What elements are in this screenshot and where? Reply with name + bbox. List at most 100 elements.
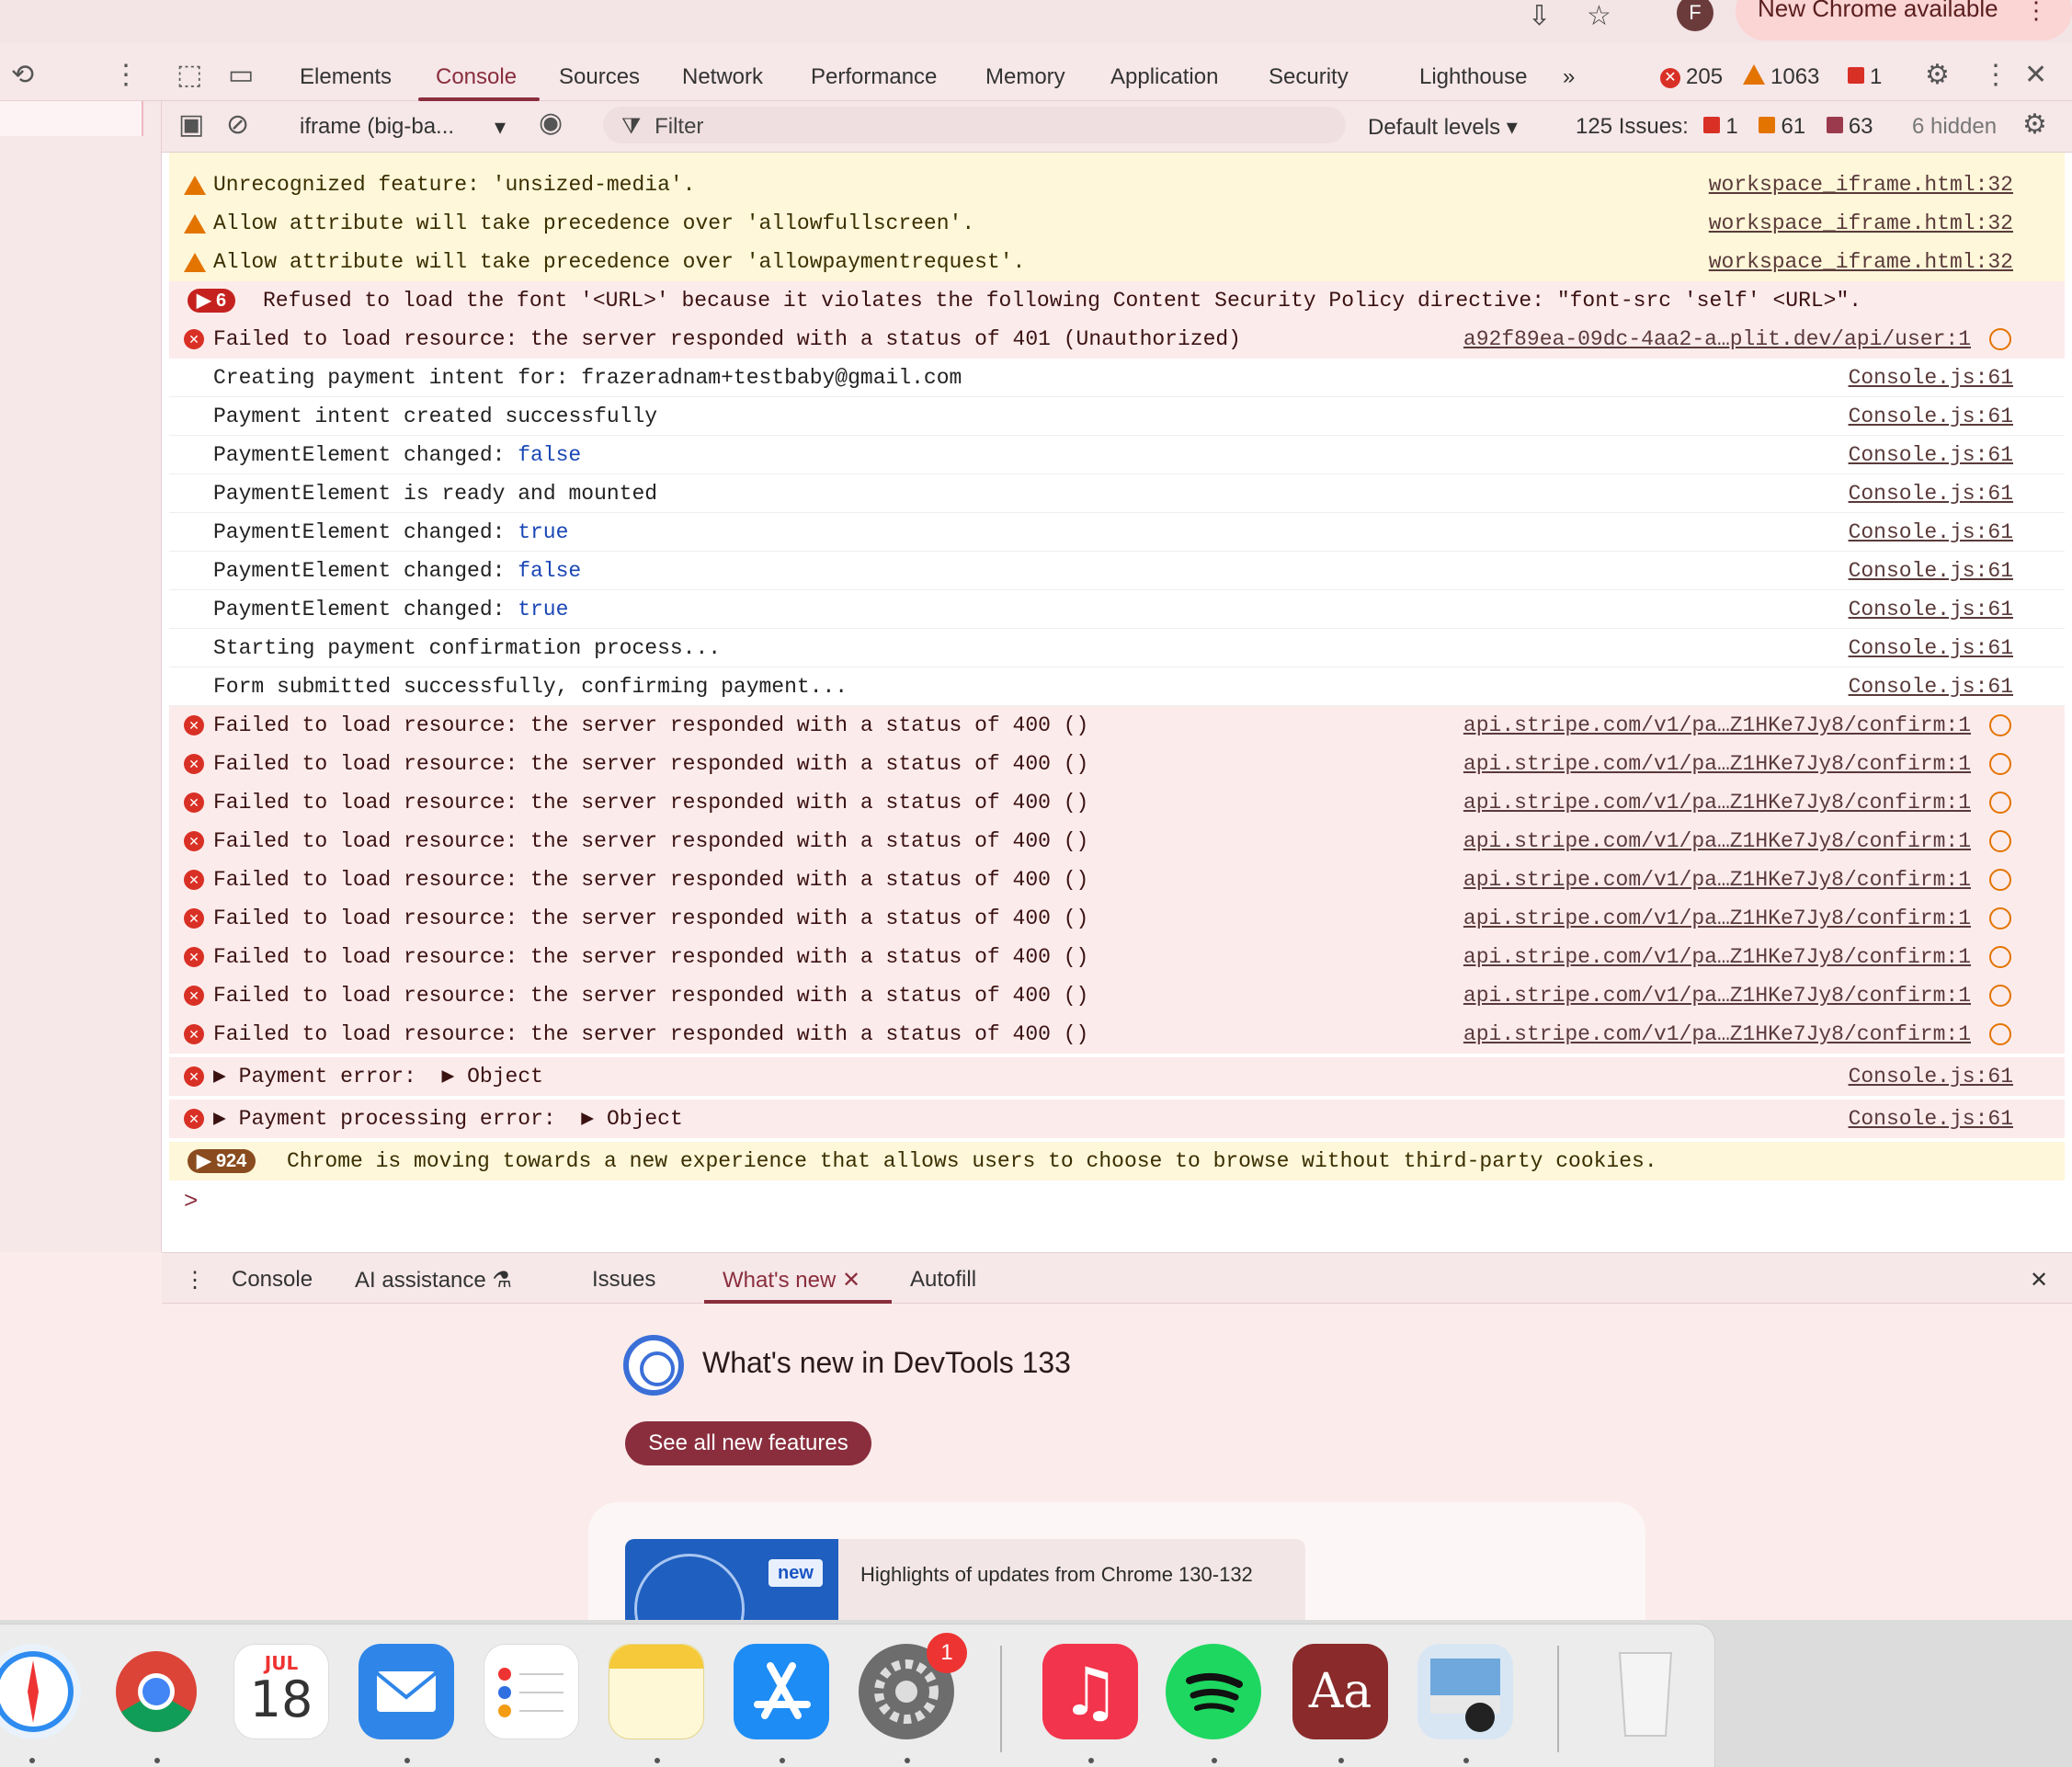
dock-side-icon[interactable]: ⟲ xyxy=(11,59,34,91)
network-request-icon[interactable] xyxy=(1989,830,2011,852)
source-link[interactable]: Console.js:61 xyxy=(1849,629,2013,667)
reminders-icon[interactable] xyxy=(484,1644,579,1739)
chrome-menu-icon[interactable]: ⋮ xyxy=(2024,0,2048,25)
source-link[interactable]: Console.js:61 xyxy=(1849,474,2013,513)
drawer-tab-issues[interactable]: Issues xyxy=(592,1267,655,1293)
console-row-error[interactable]: ✕ ▶ Payment error: ▶ Object Console.js:61 xyxy=(169,1057,2065,1096)
preview-icon[interactable] xyxy=(1417,1644,1513,1739)
live-expression-eye-icon[interactable]: ◉ xyxy=(539,107,563,139)
source-link[interactable]: api.stripe.com/v1/pa…Z1HKe7Jy8/confirm:1 xyxy=(1463,976,1971,1015)
console-row-error[interactable]: ✕ ▶ Payment processing error: ▶ Object Con… xyxy=(169,1100,2065,1138)
source-link[interactable]: api.stripe.com/v1/pa…Z1HKe7Jy8/confirm:1 xyxy=(1463,706,1971,745)
source-link[interactable]: workspace_iframe.html:32 xyxy=(1709,243,2013,281)
device-toolbar-icon[interactable]: ▭ xyxy=(228,59,254,91)
music-icon[interactable]: ♫ xyxy=(1042,1644,1138,1739)
repeat-count-badge[interactable]: ▶ 924 xyxy=(188,1149,256,1173)
source-link[interactable]: api.stripe.com/v1/pa…Z1HKe7Jy8/confirm:1 xyxy=(1463,783,1971,822)
profile-avatar[interactable]: F xyxy=(1677,0,1713,31)
source-link[interactable]: workspace_iframe.html:32 xyxy=(1709,165,2013,204)
console-row-log[interactable]: Form submitted successfully, confirming … xyxy=(169,667,2065,706)
inspect-element-icon[interactable]: ⬚ xyxy=(176,59,202,91)
network-request-icon[interactable] xyxy=(1989,985,2011,1007)
drawer-tab-autofill[interactable]: Autofill xyxy=(910,1267,976,1293)
console-row-log[interactable]: PaymentElement changed: false Console.js:… xyxy=(169,552,2065,590)
drawer-tab-console[interactable]: Console xyxy=(232,1267,313,1293)
sidebar-selection[interactable] xyxy=(0,101,143,136)
console-row-error[interactable]: ✕ Failed to load resource: the server res… xyxy=(169,822,2065,861)
source-link[interactable]: Console.js:61 xyxy=(1849,513,2013,552)
console-row-error[interactable]: ✕ Failed to load resource: the server res… xyxy=(169,320,2065,359)
source-link[interactable]: Console.js:61 xyxy=(1849,436,2013,474)
clear-console-icon[interactable]: ⊘ xyxy=(226,108,249,141)
spotify-icon[interactable] xyxy=(1166,1644,1261,1739)
close-drawer-icon[interactable]: ✕ xyxy=(2030,1267,2048,1294)
console-settings-gear-icon[interactable]: ⚙ xyxy=(2022,108,2047,141)
console-row-log[interactable]: PaymentElement changed: true Console.js:6… xyxy=(169,590,2065,629)
tab-network[interactable]: Network xyxy=(682,64,763,90)
source-link[interactable]: Console.js:61 xyxy=(1849,590,2013,629)
issues-summary[interactable]: 125 Issues: 1 61 63 xyxy=(1576,114,1873,140)
tab-application[interactable]: Application xyxy=(1110,64,1218,90)
drawer-tab-whats-new[interactable]: What's new ✕ xyxy=(723,1267,860,1294)
console-row-error[interactable]: ✕ Failed to load resource: the server res… xyxy=(169,861,2065,899)
source-link[interactable]: api.stripe.com/v1/pa…Z1HKe7Jy8/confirm:1 xyxy=(1463,822,1971,861)
warning-count[interactable]: 1063 xyxy=(1743,64,1819,90)
source-link[interactable]: a92f89ea-09dc-4aa2-a…plit.dev/api/user:1 xyxy=(1463,320,1971,359)
drawer-menu-icon[interactable]: ⋮ xyxy=(184,1267,206,1294)
safari-icon[interactable] xyxy=(0,1644,81,1739)
tab-lighthouse[interactable]: Lighthouse xyxy=(1419,64,1527,90)
console-row-error[interactable]: ▶ 6 Refused to load the font '<URL>' beca… xyxy=(169,281,2065,320)
network-request-icon[interactable] xyxy=(1989,714,2011,736)
settings-gear-icon[interactable]: ⚙ xyxy=(1925,59,1950,91)
source-link[interactable]: api.stripe.com/v1/pa…Z1HKe7Jy8/confirm:1 xyxy=(1463,938,1971,976)
source-link[interactable]: Console.js:61 xyxy=(1849,1100,2013,1138)
console-row-error[interactable]: ✕ Failed to load resource: the server res… xyxy=(169,783,2065,822)
source-link[interactable]: api.stripe.com/v1/pa…Z1HKe7Jy8/confirm:1 xyxy=(1463,745,1971,783)
bookmark-star-icon[interactable]: ☆ xyxy=(1587,0,1611,32)
console-prompt[interactable]: > xyxy=(184,1186,198,1214)
console-row-error[interactable]: ✕ Failed to load resource: the server res… xyxy=(169,976,2065,1015)
tab-elements[interactable]: Elements xyxy=(300,64,392,90)
app-store-icon[interactable] xyxy=(734,1644,829,1739)
console-row-error[interactable]: ✕ Failed to load resource: the server res… xyxy=(169,1015,2065,1054)
console-row-log[interactable]: PaymentElement is ready and mounted Conso… xyxy=(169,474,2065,513)
source-link[interactable]: api.stripe.com/v1/pa…Z1HKe7Jy8/confirm:1 xyxy=(1463,1015,1971,1054)
source-link[interactable]: Console.js:61 xyxy=(1849,667,2013,706)
chrome-update-button[interactable]: New Chrome available ⋮ xyxy=(1736,0,2072,40)
console-row-log[interactable]: Creating payment intent for: frazeradnam… xyxy=(169,359,2065,397)
source-link[interactable]: api.stripe.com/v1/pa…Z1HKe7Jy8/confirm:1 xyxy=(1463,861,1971,899)
console-row-warn[interactable]: Unrecognized feature: 'unsized-media'. wo… xyxy=(169,165,2065,204)
console-row-warn[interactable]: Allow attribute will take precedence ove… xyxy=(169,204,2065,243)
network-request-icon[interactable] xyxy=(1989,869,2011,891)
trash-icon[interactable] xyxy=(1598,1644,1693,1739)
console-row-error[interactable]: ✕ Failed to load resource: the server res… xyxy=(169,938,2065,976)
issue-count[interactable]: 1 xyxy=(1848,64,1882,90)
console-row-warn[interactable]: Allow attribute will take precedence ove… xyxy=(169,243,2065,281)
network-request-icon[interactable] xyxy=(1989,1023,2011,1045)
tab-memory[interactable]: Memory xyxy=(985,64,1065,90)
console-row-error[interactable]: ✕ Failed to load resource: the server res… xyxy=(169,899,2065,938)
devtools-menu-icon[interactable]: ⋮ xyxy=(1982,59,2009,91)
tab-performance[interactable]: Performance xyxy=(811,64,937,90)
network-request-icon[interactable] xyxy=(1989,753,2011,775)
network-request-icon[interactable] xyxy=(1989,946,2011,968)
drawer-tab-ai-assistance[interactable]: AI assistance ⚗ xyxy=(355,1267,512,1294)
close-tab-icon[interactable]: ✕ xyxy=(842,1268,860,1293)
network-request-icon[interactable] xyxy=(1989,792,2011,814)
chrome-icon[interactable] xyxy=(108,1644,204,1739)
tab-console[interactable]: Console xyxy=(436,64,517,90)
console-filter-input[interactable]: ⧩ Filter xyxy=(603,107,1346,143)
source-link[interactable]: Console.js:61 xyxy=(1849,552,2013,590)
source-link[interactable]: Console.js:61 xyxy=(1849,1057,2013,1096)
see-all-features-button[interactable]: See all new features xyxy=(625,1421,871,1465)
dictionary-icon[interactable]: Aa xyxy=(1292,1644,1388,1739)
console-row-error[interactable]: ✕ Failed to load resource: the server res… xyxy=(169,706,2065,745)
network-request-icon[interactable] xyxy=(1989,907,2011,929)
console-row-log[interactable]: Starting payment confirmation process...… xyxy=(169,629,2065,667)
console-row-warn[interactable]: ▶ 924 Chrome is moving towards a new expe… xyxy=(169,1142,2065,1180)
calendar-icon[interactable]: JUL 18 xyxy=(233,1644,329,1739)
source-link[interactable]: Console.js:61 xyxy=(1849,359,2013,397)
tab-security[interactable]: Security xyxy=(1269,64,1349,90)
javascript-context-select[interactable]: iframe (big-ba... ▾ xyxy=(290,107,511,143)
log-levels-select[interactable]: Default levels ▾ xyxy=(1368,114,1518,141)
